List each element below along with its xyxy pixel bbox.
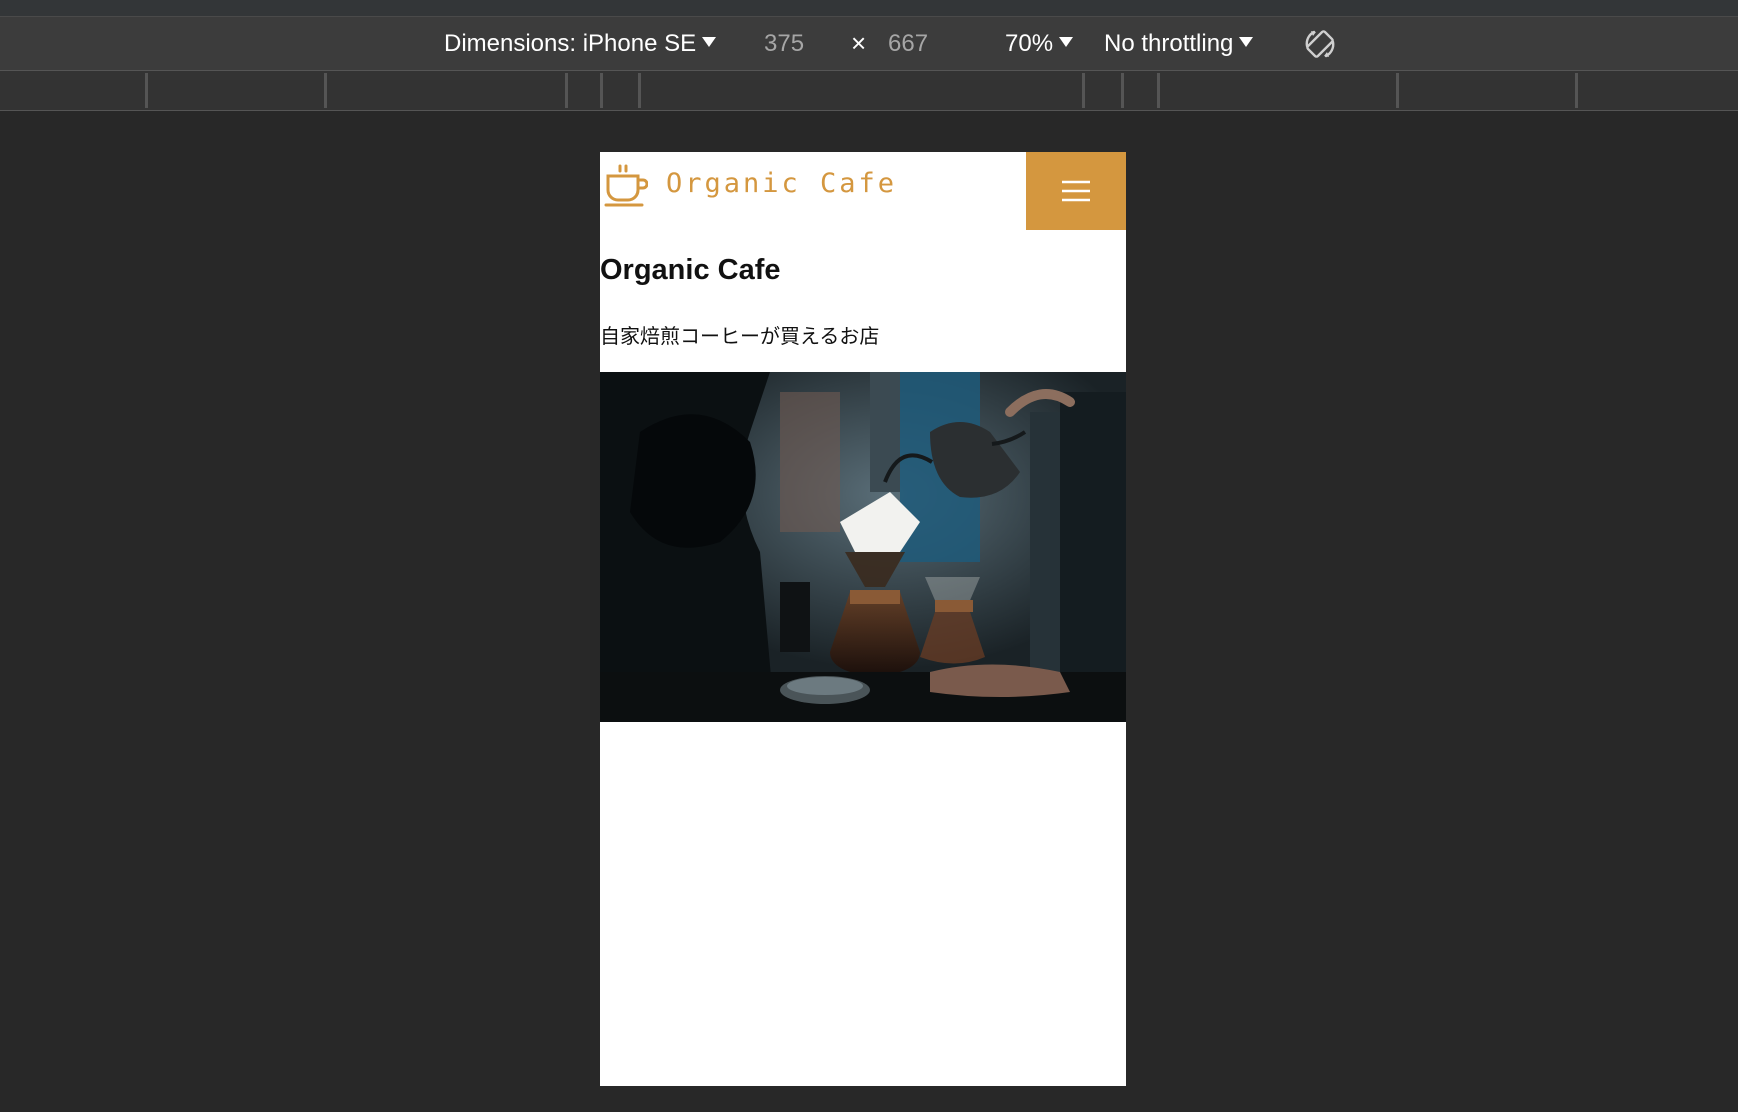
zoom-label: 70%: [1005, 29, 1054, 57]
hero-image: [600, 372, 1126, 722]
dimensions-dropdown[interactable]: Dimensions: iPhone SE: [444, 17, 717, 70]
height-input[interactable]: 667: [888, 17, 928, 70]
rotate-button[interactable]: [1302, 17, 1338, 70]
throttling-dropdown[interactable]: No throttling: [1104, 17, 1254, 70]
device-viewport: Organic Cafe Organic Cafe 自家焙煎コーヒーが買えるお店: [600, 152, 1126, 1086]
site-header: Organic Cafe: [600, 152, 1126, 230]
ruler-tick[interactable]: [1082, 73, 1085, 108]
ruler-tick[interactable]: [600, 73, 603, 108]
zoom-dropdown[interactable]: 70%: [1005, 17, 1074, 70]
dimensions-label: Dimensions: iPhone SE: [444, 29, 697, 57]
ruler-tick[interactable]: [1121, 73, 1124, 108]
width-input[interactable]: 375: [764, 17, 804, 70]
media-query-ruler: [0, 71, 1738, 111]
hero-title: Organic Cafe: [600, 254, 781, 286]
ruler-tick[interactable]: [324, 73, 327, 108]
chevron-down-icon: [702, 36, 717, 47]
ruler-tick[interactable]: [1157, 73, 1160, 108]
ruler-tick[interactable]: [565, 73, 568, 108]
logo-text[interactable]: Organic Cafe: [666, 168, 897, 199]
devtools-top-strip: [0, 0, 1738, 17]
ruler-tick[interactable]: [145, 73, 148, 108]
throttling-label: No throttling: [1104, 29, 1234, 57]
hamburger-menu-icon: [1062, 180, 1090, 202]
menu-button[interactable]: [1026, 152, 1126, 230]
times-separator: ×: [851, 28, 867, 58]
ruler-tick[interactable]: [1396, 73, 1399, 108]
device-toolbar: Dimensions: iPhone SE 375 × 667 70% No t…: [0, 17, 1738, 71]
coffee-cup-icon: [604, 164, 648, 207]
ruler-tick[interactable]: [638, 73, 641, 108]
rotate-icon: [1305, 29, 1335, 58]
chevron-down-icon: [1239, 36, 1254, 47]
hero-subtitle: 自家焙煎コーヒーが買えるお店: [600, 324, 880, 348]
ruler-tick[interactable]: [1575, 73, 1578, 108]
chevron-down-icon: [1059, 36, 1074, 47]
